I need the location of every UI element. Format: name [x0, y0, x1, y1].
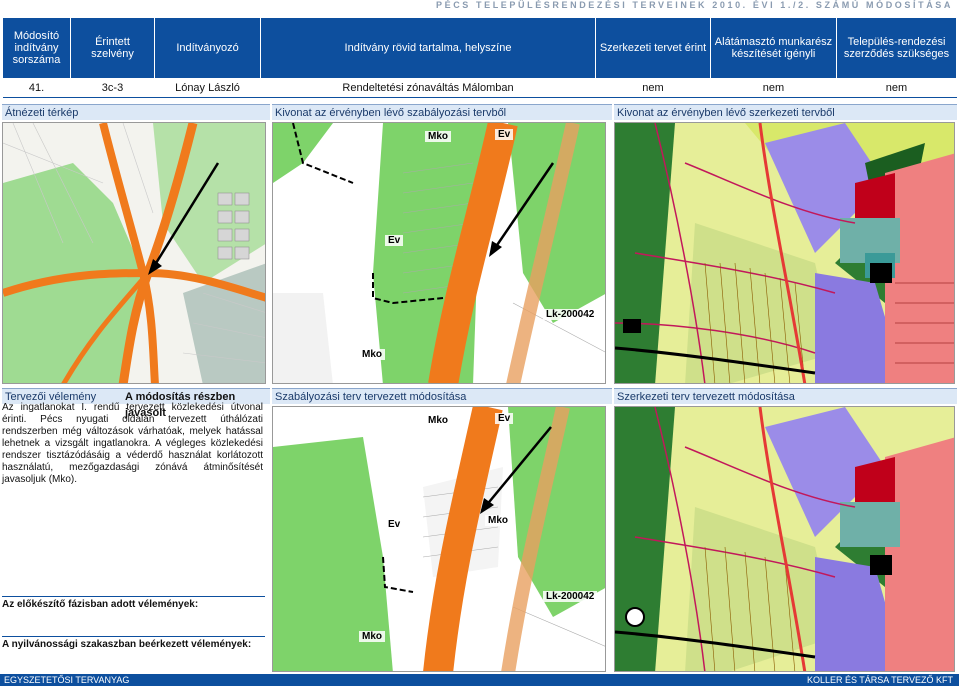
label-mko-top: Mko: [425, 415, 451, 426]
overview-map-drawing: [3, 123, 265, 383]
cell-sorszam: 41.: [2, 78, 71, 98]
footer-right: KOLLER ÉS TÁRSA TERVEZŐ KFT: [806, 675, 953, 685]
struct-extract-map: [614, 122, 955, 384]
footer-left: EGYSZETETŐSI TERVANYAG: [4, 675, 130, 685]
label-lk: Lk-200042: [543, 591, 598, 602]
reg-proposed-map: Mko Ev Ev Mko Mko Lk-200042: [272, 406, 606, 672]
overview-map: [2, 122, 266, 384]
col-inditvanyozo: Indítványozó: [154, 17, 261, 79]
cell-tartalom: Rendeltetési zónaváltás Málomban: [260, 78, 596, 98]
document-footer: EGYSZETETŐSI TERVANYAG KOLLER ÉS TÁRSA T…: [0, 674, 959, 686]
label-mko-top: Mko: [425, 131, 451, 142]
col-tartalom: Indítvány rövid tartalma, helyszíne: [260, 17, 596, 79]
cell-alatamaszto: nem: [710, 78, 837, 98]
reg-proposed-heading: Szabályozási terv tervezett módosítása: [272, 388, 612, 404]
prelim-opinions-heading: Az előkészítő fázisban adott vélemények:: [2, 599, 199, 610]
document-title: PÉCS TELEPÜLÉSRENDEZÉSI TERVEINEK 2010. …: [435, 0, 953, 10]
label-mko-bottom: Mko: [359, 349, 385, 360]
struct-proposed-heading: Szerkezeti terv tervezett módosítása: [614, 388, 957, 404]
cell-szerkezeti: nem: [595, 78, 711, 98]
struct-extract-heading: Kivonat az érvényben lévő szerkezeti ter…: [614, 104, 957, 120]
divider: [2, 636, 265, 637]
reg-extract-map: Mko Ev Ev Mko Lk-200042: [272, 122, 606, 384]
label-mko-new: Mko: [485, 515, 511, 526]
public-opinions-heading: A nyilvánossági szakaszban beérkezett vé…: [2, 639, 252, 650]
document-header: PÉCS TELEPÜLÉSRENDEZÉSI TERVEINEK 2010. …: [0, 0, 959, 12]
col-szerzodes: Település-rendezési szerződés szükséges: [836, 17, 957, 79]
cell-szerzodes: nem: [836, 78, 957, 98]
col-sorszam: Módosító indítvány sorszáma: [2, 17, 71, 79]
reg-extract-heading: Kivonat az érvényben lévő szabályozási t…: [272, 104, 612, 120]
reg-proposed-drawing: [273, 407, 605, 671]
col-szerkezeti: Szerkezeti tervet érint: [595, 17, 711, 79]
cell-szelveny: 3c-3: [70, 78, 155, 98]
reg-extract-drawing: [273, 123, 605, 383]
table-row: 41. 3c-3 Lónay László Rendeltetési zónav…: [2, 78, 957, 98]
label-mko-bottom: Mko: [359, 631, 385, 642]
struct-extract-drawing: [615, 123, 954, 383]
label-ev-mid: Ev: [385, 235, 404, 246]
cell-inditvanyozo: Lónay László: [154, 78, 261, 98]
label-ev-top: Ev: [495, 413, 514, 424]
divider: [2, 596, 265, 597]
col-szelveny: Érintett szelvény: [70, 17, 155, 79]
label-ev-mid: Ev: [385, 519, 404, 530]
label-lk: Lk-200042: [543, 309, 598, 320]
struct-proposed-drawing: [615, 407, 954, 671]
proposal-table: Módosító indítvány sorszáma Érintett sze…: [2, 17, 957, 98]
struct-proposed-map: [614, 406, 955, 672]
overview-heading: Átnézeti térkép: [2, 104, 270, 120]
label-ev-top: Ev: [495, 129, 514, 140]
col-alatamaszto: Alátámasztó munkarész készítését igényli: [710, 17, 837, 79]
designer-opinion-text: Az ingatlanokat I. rendű tervezett közle…: [2, 402, 263, 485]
